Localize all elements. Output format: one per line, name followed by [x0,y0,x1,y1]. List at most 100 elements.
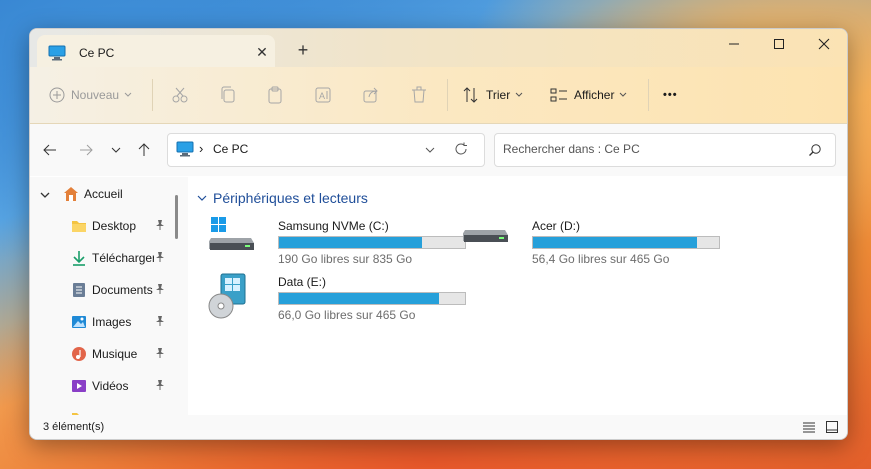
search-icon[interactable] [808,143,822,160]
new-button[interactable]: Nouveau [49,81,133,109]
trash-icon [412,86,426,103]
delete-button[interactable] [410,81,428,109]
sidebar-item-documents[interactable]: Documents [30,276,170,304]
search-input[interactable] [503,142,793,156]
divider [648,79,649,111]
details-view-icon[interactable] [802,421,816,436]
divider [447,79,448,111]
drive-usage-fill [279,293,439,304]
search-box[interactable] [494,133,836,167]
more-options-button[interactable]: ••• [663,81,678,109]
new-label: Nouveau [71,88,120,102]
copy-icon [221,86,235,103]
sort-button[interactable]: Trier [462,81,524,109]
tiles-view-icon[interactable] [825,420,839,437]
close-window-button[interactable] [801,29,847,59]
pin-icon [154,315,166,330]
new-tab-button[interactable]: + [292,39,314,61]
status-bar: 3 élément(s) [30,415,847,439]
title-bar: Ce PC ✕ + [30,29,847,67]
recent-locations-button[interactable] [106,140,126,160]
music-icon [71,346,87,362]
refresh-icon[interactable] [454,142,468,159]
expand-chevron-icon[interactable] [40,189,50,203]
rename-button[interactable]: A [314,81,332,109]
view-button[interactable]: Afficher [550,81,628,109]
sidebar-item-label: Télécharger [92,251,154,265]
pin-icon [154,283,166,298]
tab-ce-pc[interactable]: Ce PC ✕ [37,35,275,67]
share-icon [363,87,378,103]
breadcrumb-separator: › [199,141,204,156]
drive-usage-bar [278,236,466,249]
drive-usage-fill [279,237,423,248]
cut-button[interactable] [171,81,189,109]
sidebar-item-accueil[interactable]: Accueil [30,180,170,208]
sidebar-item-label: Musique [92,347,138,361]
paste-button[interactable] [266,81,284,109]
sidebar-item-videos[interactable]: Vidéos [30,372,170,400]
view-label: Afficher [574,88,615,102]
sidebar-item-images[interactable]: Images [30,308,170,336]
sidebar-item-partial[interactable] [30,404,170,415]
section-header[interactable]: Périphériques et lecteurs [197,190,368,206]
forward-button[interactable] [76,140,96,160]
sidebar-item-label: Documents [92,283,153,297]
back-button[interactable] [40,140,60,160]
navigation-pane: Accueil Desktop Télécharger Documents Im… [30,177,188,415]
download-icon [71,250,87,266]
address-dropdown-icon[interactable] [424,144,436,159]
section-title: Périphériques et lecteurs [213,190,368,206]
computer-icon [176,141,194,160]
minimize-button[interactable] [711,29,757,59]
drive-name: Samsung NVMe (C:) [278,219,389,233]
sidebar-item-desktop[interactable]: Desktop [30,212,170,240]
address-bar[interactable]: › Ce PC [167,133,485,167]
content-pane: Périphériques et lecteurs Samsung NVMe (… [189,177,847,415]
sidebar-item-telecharger[interactable]: Télécharger [30,244,170,272]
copy-button[interactable] [219,81,237,109]
drive-item-d[interactable]: Acer (D:) 56,4 Go libres sur 465 Go [461,216,720,268]
share-button[interactable] [362,81,380,109]
navigation-pane-scrollbar[interactable] [175,195,178,239]
drive-usage-bar [278,292,466,305]
chevron-down-icon [515,92,523,97]
pin-icon [154,379,166,394]
drive-item-e[interactable]: Data (E:) 66,0 Go libres sur 465 Go [207,272,466,325]
collapse-chevron-icon[interactable] [197,193,207,203]
folder-icon [71,218,87,234]
drive-name: Acer (D:) [532,219,580,233]
close-icon [818,38,830,50]
svg-text:A: A [319,91,325,101]
disc-drive-icon [207,272,255,325]
drive-item-c[interactable]: Samsung NVMe (C:) 190 Go libres sur 835 … [207,216,466,268]
view-icon [550,88,567,102]
divider [152,79,153,111]
tab-title: Ce PC [79,46,115,60]
images-icon [71,314,87,330]
breadcrumb-ce-pc[interactable]: Ce PC [213,142,248,156]
rename-icon: A [315,87,331,103]
pin-icon [154,347,166,362]
navigation-bar: › Ce PC [30,124,847,176]
sidebar-item-musique[interactable]: Musique [30,340,170,368]
drive-free-space: 190 Go libres sur 835 Go [278,252,413,266]
chevron-down-icon [620,92,627,97]
pin-icon [154,219,166,234]
chevron-down-icon [124,92,132,97]
close-tab-icon[interactable]: ✕ [252,43,272,61]
arrow-right-icon [80,144,93,156]
plus-circle-icon [49,87,65,103]
videos-icon [71,378,87,394]
sort-label: Trier [486,88,511,102]
drive-usage-bar [532,236,720,249]
up-button[interactable] [134,140,154,160]
drive-name: Data (E:) [278,275,327,289]
clipboard-icon [268,86,282,104]
scissors-icon [172,87,188,103]
maximize-button[interactable] [756,29,802,59]
arrow-left-icon [43,144,56,156]
drive-free-space: 66,0 Go libres sur 465 Go [278,308,416,322]
computer-icon [48,45,66,64]
arrow-up-icon [138,143,150,156]
